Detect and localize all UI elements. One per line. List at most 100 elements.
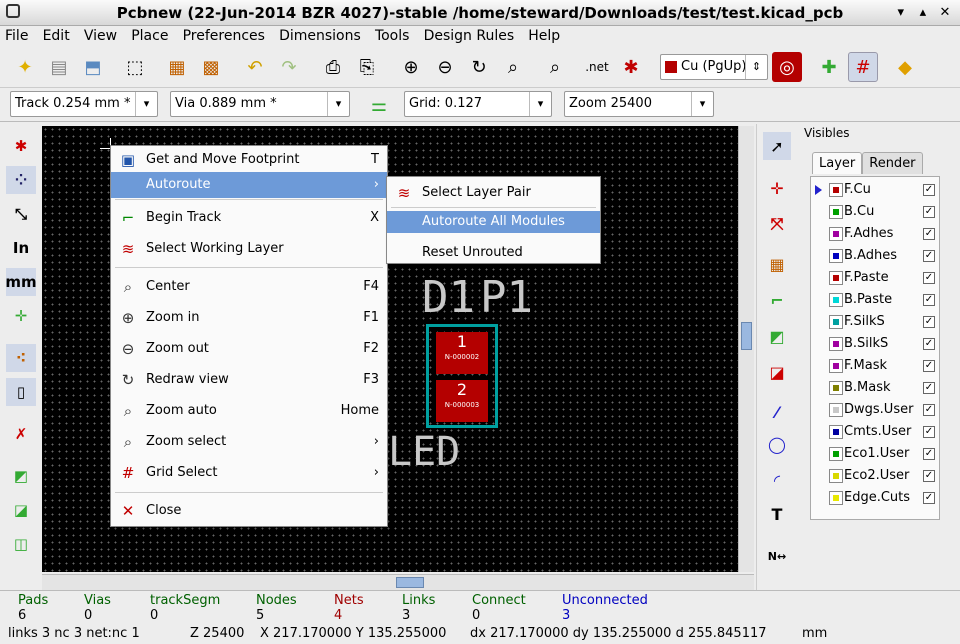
layer-color-swatch[interactable] xyxy=(829,205,843,219)
menu-item-zoom-out[interactable]: ⊖ Zoom out F2 xyxy=(111,335,387,363)
menu-item-select-working-layer[interactable]: ≋ Select Working Layer xyxy=(111,235,387,263)
layer-row-eco2-user[interactable]: Eco2.User ✓ xyxy=(815,465,937,487)
auto-track-width-icon[interactable]: ⚌ xyxy=(364,90,394,120)
horizontal-scrollbar[interactable] xyxy=(42,574,754,590)
menu-preferences[interactable]: Preferences xyxy=(178,26,270,46)
submenu-item-select-layer-pair[interactable]: ≋ Select Layer Pair xyxy=(387,179,600,207)
layer-color-swatch[interactable] xyxy=(829,491,843,505)
layer-select[interactable]: Cu (PgUp) ⇕ xyxy=(660,54,768,80)
horizontal-scroll-thumb[interactable] xyxy=(396,577,424,588)
mode-track-icon[interactable]: # xyxy=(848,52,878,82)
drc-marker-icon[interactable]: ✱ xyxy=(6,132,36,160)
menu-tools[interactable]: Tools xyxy=(370,26,415,46)
vertical-scroll-thumb[interactable] xyxy=(741,322,752,350)
zoom-select[interactable]: Zoom 25400 ▾ xyxy=(564,91,714,117)
layer-visible-checkbox[interactable]: ✓ xyxy=(923,250,935,262)
add-arc-icon[interactable]: ◜ xyxy=(763,466,791,494)
layer-color-swatch[interactable] xyxy=(829,425,843,439)
highlight-net-icon[interactable]: ✛ xyxy=(763,174,791,202)
cursor-shape-icon[interactable]: ✛ xyxy=(6,302,36,330)
layer-color-swatch[interactable] xyxy=(829,359,843,373)
auto-delete-track-icon[interactable]: ✗ xyxy=(6,420,36,448)
grid-select[interactable]: Grid: 0.127 ▾ xyxy=(404,91,552,117)
add-tracks-icon[interactable]: ⌐ xyxy=(763,286,791,314)
tab-render[interactable]: Render xyxy=(862,152,923,174)
layer-color-swatch[interactable] xyxy=(829,381,843,395)
show-zones-fill-icon[interactable]: ◫ xyxy=(6,530,36,558)
layer-row-eco1-user[interactable]: Eco1.User ✓ xyxy=(815,443,937,465)
module-ratsnest-icon[interactable]: ▯ xyxy=(6,378,36,406)
menu-item-zoom-auto[interactable]: ⌕ Zoom auto Home xyxy=(111,397,387,425)
layer-color-swatch[interactable] xyxy=(829,271,843,285)
module-viewer-icon[interactable]: ▩ xyxy=(196,52,226,82)
zoom-in-icon[interactable]: ⊕ xyxy=(396,52,426,82)
find-icon[interactable]: ⌕ xyxy=(540,52,570,82)
menu-place[interactable]: Place xyxy=(126,26,173,46)
layer-visible-checkbox[interactable]: ✓ xyxy=(923,206,935,218)
menu-item-close[interactable]: ✕ Close xyxy=(111,497,387,525)
layer-row-b-paste[interactable]: B.Paste ✓ xyxy=(815,289,937,311)
layer-row-b-silks[interactable]: B.SilkS ✓ xyxy=(815,333,937,355)
print-icon[interactable]: ⎙ xyxy=(318,52,348,82)
add-keepout-icon[interactable]: ◪ xyxy=(763,358,791,386)
page-settings-icon[interactable]: ⬚ xyxy=(120,52,150,82)
pad-2[interactable]: 2 N-000003 xyxy=(436,380,488,422)
layer-color-swatch[interactable] xyxy=(829,469,843,483)
layer-visible-checkbox[interactable]: ✓ xyxy=(923,448,935,460)
layer-color-swatch[interactable] xyxy=(829,403,843,417)
close-window-button[interactable]: ✕ xyxy=(936,0,954,26)
grid-toggle-icon[interactable]: ⁘ xyxy=(6,166,36,194)
menu-edit[interactable]: Edit xyxy=(38,26,75,46)
netlist-icon[interactable]: .net xyxy=(582,52,612,82)
autorouter-icon[interactable]: ◆ xyxy=(890,52,920,82)
layer-visible-checkbox[interactable]: ✓ xyxy=(923,360,935,372)
layer-row-cmts-user[interactable]: Cmts.User ✓ xyxy=(815,421,937,443)
layer-row-dwgs-user[interactable]: Dwgs.User ✓ xyxy=(815,399,937,421)
layer-visible-checkbox[interactable]: ✓ xyxy=(923,470,935,482)
menu-view[interactable]: View xyxy=(79,26,122,46)
menu-dimensions[interactable]: Dimensions xyxy=(274,26,366,46)
maximize-button[interactable]: ▴ xyxy=(914,0,932,26)
layer-visible-checkbox[interactable]: ✓ xyxy=(923,382,935,394)
units-inch-icon[interactable]: In xyxy=(6,234,36,262)
module-editor-icon[interactable]: ▦ xyxy=(162,52,192,82)
vertical-scrollbar[interactable] xyxy=(738,126,754,572)
layer-row-b-cu[interactable]: B.Cu ✓ xyxy=(815,201,937,223)
via-size-select[interactable]: Via 0.889 mm * ▾ xyxy=(170,91,350,117)
layer-row-f-paste[interactable]: F.Paste ✓ xyxy=(815,267,937,289)
redraw-icon[interactable]: ↻ xyxy=(464,52,494,82)
ratsnest-icon[interactable]: ⁖ xyxy=(6,344,36,372)
add-zones-icon[interactable]: ◩ xyxy=(763,322,791,350)
local-ratsnest-icon[interactable]: ⤧ xyxy=(763,210,791,238)
zoom-out-icon[interactable]: ⊖ xyxy=(430,52,460,82)
layer-row-f-adhes[interactable]: F.Adhes ✓ xyxy=(815,223,937,245)
menu-item-center[interactable]: ⌕ Center F4 xyxy=(111,273,387,301)
submenu-item-reset-unrouted[interactable]: Reset Unrouted xyxy=(387,239,600,267)
menu-file[interactable]: File xyxy=(0,26,33,46)
layer-pair-icon[interactable]: ◎ xyxy=(772,52,802,82)
menu-item-zoom-in[interactable]: ⊕ Zoom in F1 xyxy=(111,304,387,332)
mode-footprint-icon[interactable]: ✚ xyxy=(814,52,844,82)
new-board-icon[interactable]: ✦ xyxy=(10,52,40,82)
minimize-button[interactable]: ▾ xyxy=(892,0,910,26)
submenu-item-autoroute-all-modules[interactable]: Autoroute All Modules xyxy=(387,211,600,233)
save-board-icon[interactable]: ⬒ xyxy=(78,52,108,82)
menu-item-begin-track[interactable]: ⌐ Begin Track X xyxy=(111,204,387,232)
units-mm-icon[interactable]: mm xyxy=(5,268,37,296)
layer-color-swatch[interactable] xyxy=(829,227,843,241)
menu-help[interactable]: Help xyxy=(523,26,565,46)
select-arrow-icon[interactable]: ➚ xyxy=(763,132,791,160)
layer-color-swatch[interactable] xyxy=(829,315,843,329)
add-module-icon[interactable]: ▦ xyxy=(763,250,791,278)
layer-color-swatch[interactable] xyxy=(829,293,843,307)
show-zones-outline-icon[interactable]: ◪ xyxy=(6,496,36,524)
layer-visible-checkbox[interactable]: ✓ xyxy=(923,184,935,196)
plot-icon[interactable]: ⎘ xyxy=(352,52,382,82)
menu-item-grid-select[interactable]: # Grid Select › xyxy=(111,459,387,487)
drc-icon[interactable]: ✱ xyxy=(616,52,646,82)
layer-row-b-mask[interactable]: B.Mask ✓ xyxy=(815,377,937,399)
layer-row-b-adhes[interactable]: B.Adhes ✓ xyxy=(815,245,937,267)
layer-visible-checkbox[interactable]: ✓ xyxy=(923,492,935,504)
menu-item-redraw-view[interactable]: ↻ Redraw view F3 xyxy=(111,366,387,394)
zoom-fit-icon[interactable]: ⌕ xyxy=(498,52,528,82)
